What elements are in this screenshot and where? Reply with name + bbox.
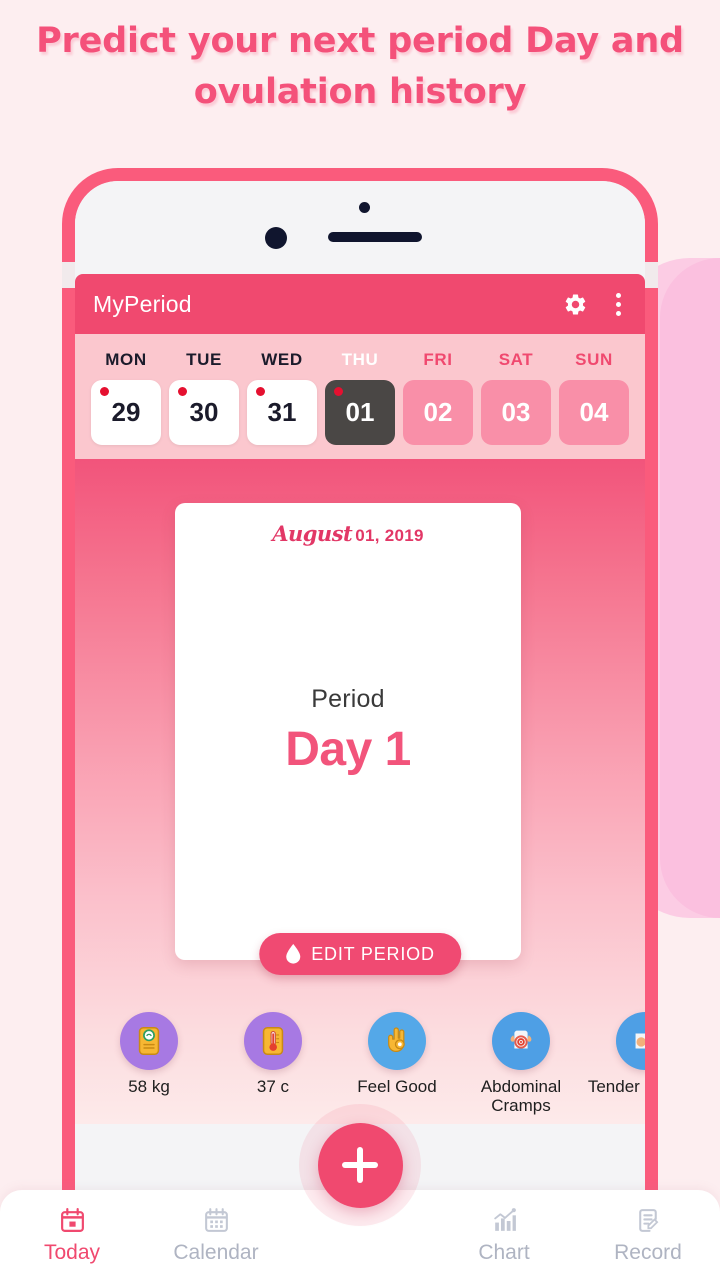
weekday-label-sun: SUN	[575, 350, 613, 369]
period-label: Period	[311, 685, 385, 713]
nav-item-calendar[interactable]: Calendar	[144, 1206, 288, 1265]
calendar-icon	[144, 1206, 288, 1236]
week-strip: MON TUE WED THU FRI SAT SUN 29 30 31 01 …	[75, 334, 645, 459]
period-dot-icon	[178, 387, 187, 396]
screenshot-root: Predict your next period Day and ovulati…	[0, 0, 720, 1280]
day-cell-wrap: 04	[555, 380, 633, 445]
day-cell-31[interactable]: 31	[247, 380, 317, 445]
period-dot-icon	[256, 387, 265, 396]
day-number: 03	[501, 397, 531, 427]
tracker-item-weight[interactable]: 58 kg	[87, 1011, 211, 1097]
period-day-value: Day 1	[285, 723, 411, 776]
phone-side-button-right	[645, 262, 658, 288]
day-cell-30[interactable]: 30	[169, 380, 239, 445]
weekday-label-mon: MON	[105, 350, 147, 369]
tracker-item-symptom[interactable]: Abdominal Cramps	[459, 1011, 583, 1116]
day-cell-wrap: 31	[243, 380, 321, 445]
ok-hand-icon	[368, 1011, 426, 1070]
period-dot-icon	[100, 387, 109, 396]
tracker-label: Abdominal Cramps	[480, 1076, 562, 1116]
day-cell-wrap: 30	[165, 380, 243, 445]
weekday-header-row: MON TUE WED THU FRI SAT SUN	[87, 344, 633, 380]
day-cell-wrap: 03	[477, 380, 555, 445]
card-date-month: August	[272, 521, 353, 546]
tracker-item-temperature[interactable]: 37 c	[211, 1011, 335, 1097]
water-drop-icon	[285, 944, 301, 964]
tender-breasts-icon	[616, 1011, 645, 1070]
phone-side-button-left	[62, 262, 75, 288]
tracker-label: Feel Good	[357, 1076, 437, 1096]
weekday-label-sat: SAT	[498, 350, 534, 369]
tracker-label: 37 c	[256, 1076, 290, 1096]
edit-period-button[interactable]: EDIT PERIOD	[259, 933, 461, 975]
card-date-daysyear: 01, 2019	[355, 526, 424, 545]
day-number: 02	[423, 397, 453, 427]
app-bar-actions	[563, 290, 627, 319]
front-camera-icon	[265, 227, 287, 249]
day-cell-03[interactable]: 03	[481, 380, 551, 445]
day-number: 31	[267, 397, 297, 427]
weekday-label-wed: WED	[261, 350, 303, 369]
tracker-item-mood[interactable]: Feel Good	[335, 1011, 459, 1097]
day-number: 04	[579, 397, 609, 427]
day-cell-wrap: 29	[87, 380, 165, 445]
nav-label-calendar: Calendar	[173, 1240, 259, 1264]
day-cell-29[interactable]: 29	[91, 380, 161, 445]
plus-icon-vertical	[357, 1147, 363, 1183]
card-date: August 01, 2019	[175, 503, 521, 546]
app-title: MyPeriod	[93, 290, 192, 317]
nav-label-today: Today	[43, 1240, 101, 1264]
thermometer-icon	[244, 1011, 302, 1070]
tracker-label: Tender Breasts	[587, 1076, 645, 1096]
add-record-fab[interactable]	[317, 1122, 403, 1208]
nav-item-record[interactable]: Record	[576, 1206, 720, 1265]
nav-item-today[interactable]: Today	[0, 1206, 144, 1265]
weekday-label-fri: FRI	[423, 350, 453, 369]
proximity-sensor-icon	[359, 202, 370, 213]
decorative-blob-inner	[660, 258, 720, 918]
nav-item-chart[interactable]: Chart	[432, 1206, 576, 1265]
day-cell-02[interactable]: 02	[403, 380, 473, 445]
bar-chart-icon	[432, 1206, 576, 1236]
nav-label-record: Record	[614, 1240, 682, 1264]
tracker-label: 58 kg	[128, 1076, 170, 1096]
tracker-item-breasts[interactable]: Tender Breasts	[583, 1011, 645, 1097]
period-dot-icon	[334, 387, 343, 396]
day-cell-04[interactable]: 04	[559, 380, 629, 445]
day-number: 30	[189, 397, 219, 427]
fab-container	[295, 1100, 425, 1230]
kebab-menu-icon[interactable]	[610, 290, 627, 319]
note-edit-icon	[576, 1206, 720, 1236]
period-card: August 01, 2019 Period Day 1	[175, 503, 521, 960]
phone-top-bezel	[75, 181, 645, 274]
day-cell-wrap: 02	[399, 380, 477, 445]
earpiece-speaker	[328, 232, 422, 242]
weekday-label-tue: TUE	[186, 350, 222, 369]
day-number: 29	[111, 397, 141, 427]
page-title: Predict your next period Day and ovulati…	[36, 21, 684, 112]
main-content: August01, 2019 Period Day 1 EDIT PERIOD	[75, 459, 645, 1124]
weekday-label-thu: THU	[341, 350, 379, 369]
calendar-today-icon	[0, 1206, 144, 1236]
day-cell-wrap: 01	[321, 380, 399, 445]
abdominal-pain-icon	[492, 1011, 550, 1070]
edit-period-label: EDIT PERIOD	[311, 943, 435, 964]
day-cells-row: 29 30 31 01 02 03 04	[87, 380, 633, 445]
day-cell-01-selected[interactable]: 01	[325, 380, 395, 445]
gear-icon[interactable]	[563, 292, 588, 317]
app-bar: MyPeriod	[75, 274, 645, 334]
weight-scale-icon	[120, 1011, 178, 1070]
period-status: Period Day 1	[175, 685, 521, 777]
day-number: 01	[345, 397, 375, 427]
nav-label-chart: Chart	[478, 1240, 530, 1264]
phone-mockup: MyPeriod MON TUE WED THU FRI SAT SUN 29 …	[62, 168, 658, 1233]
